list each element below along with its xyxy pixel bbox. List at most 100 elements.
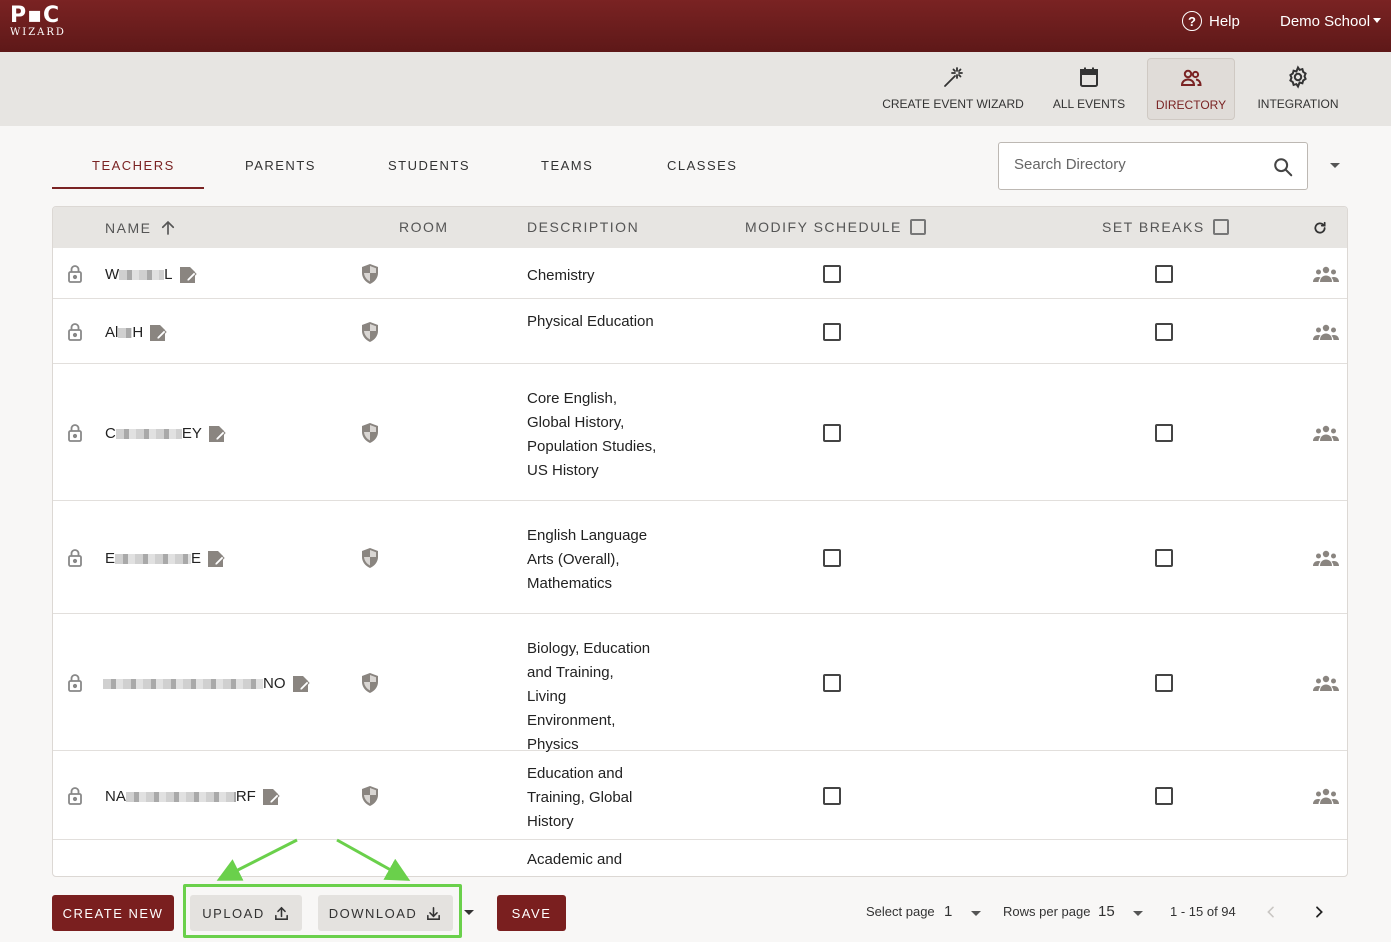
tab-teachers[interactable]: TEACHERS [92,158,175,173]
name-end: L [164,266,173,283]
table-row[interactable]: NA RF Education and Training, Global His… [53,751,1347,840]
column-header-room[interactable]: ROOM [399,219,449,235]
help-link[interactable]: ? Help [1182,11,1240,31]
edit-icon[interactable] [291,674,311,694]
teacher-name[interactable]: E E [105,549,226,569]
pagination-range: 1 - 15 of 94 [1170,904,1236,919]
table-row[interactable]: W L Chemistry [53,248,1347,299]
teacher-name[interactable]: NA RF [105,787,281,807]
tab-classes[interactable]: CLASSES [667,158,737,173]
lock-icon[interactable] [67,423,83,443]
edit-icon[interactable] [178,265,198,285]
modify-schedule-checkbox[interactable] [823,264,841,283]
teacher-name[interactable]: W L [105,265,198,285]
select-page-value[interactable]: 1 [944,903,952,920]
nav-label: ALL EVENTS [1052,97,1126,111]
lock-icon[interactable] [67,786,83,806]
app-logo[interactable]: P▪C WIZARD [10,5,74,41]
lock-icon[interactable] [67,548,83,568]
edit-icon[interactable] [261,787,281,807]
rows-per-page-value[interactable]: 15 [1098,903,1115,920]
group-icon[interactable] [1313,675,1339,691]
table-row[interactable]: Academic and Personal [53,840,1347,876]
modify-schedule-checkbox[interactable] [823,322,841,341]
table-row[interactable]: Al H Physical Education [53,299,1347,364]
table-row[interactable]: NO Biology, Education and Training, Livi… [53,614,1347,753]
modify-schedule-checkbox[interactable] [823,423,841,442]
name-end: NO [263,675,286,692]
lock-icon[interactable] [67,673,83,693]
rows-per-page-caret-icon[interactable] [1133,911,1143,916]
modify-schedule-checkbox[interactable] [823,673,841,692]
set-breaks-select-all-checkbox[interactable] [1212,219,1229,235]
select-page-caret-icon[interactable] [971,911,981,916]
tab-teams[interactable]: TEAMS [541,158,593,173]
school-label: Demo School [1280,13,1371,30]
shield-icon[interactable] [360,263,380,285]
column-header-set-breaks: SET BREAKS [1102,219,1229,235]
school-menu[interactable]: Demo School [1280,13,1382,30]
column-header-description[interactable]: DESCRIPTION [527,219,639,235]
modify-schedule-checkbox[interactable] [823,548,841,567]
set-breaks-checkbox[interactable] [1155,786,1173,805]
set-breaks-checkbox[interactable] [1155,322,1173,341]
column-header-name[interactable]: NAME [105,219,177,237]
teacher-name[interactable]: NO [103,674,311,694]
tab-students[interactable]: STUDENTS [388,158,470,173]
main-nav: CREATE EVENT WIZARD ALL EVENTS DIRECTORY… [0,52,1391,126]
group-icon[interactable] [1313,324,1339,340]
chevron-right-icon[interactable] [1311,904,1327,920]
description-cell: Core English, Global History, Population… [527,389,657,479]
group-icon[interactable] [1313,266,1339,282]
description-cell: Biology, Education and Training, Living … [527,639,651,753]
description-cell: English Language Arts (Overall), Mathema… [527,526,648,592]
shield-icon[interactable] [360,321,380,343]
shield-icon[interactable] [360,785,380,807]
table-row[interactable]: E E English Language Arts (Overall), Mat… [53,501,1347,614]
edit-icon[interactable] [148,323,168,343]
nav-directory[interactable]: DIRECTORY [1147,58,1235,120]
tab-parents[interactable]: PARENTS [245,158,316,173]
nav-all-events[interactable]: ALL EVENTS [1046,58,1132,120]
name-start: NA [105,788,126,805]
lock-icon[interactable] [67,322,83,342]
edit-icon[interactable] [207,424,227,444]
chevron-down-icon[interactable] [1330,163,1340,168]
description-cell: Academic and Personal [527,851,623,876]
create-new-button[interactable]: CREATE NEW [52,895,174,931]
edit-icon[interactable] [206,549,226,569]
teacher-name[interactable]: Al H [105,323,168,343]
set-breaks-checkbox[interactable] [1155,423,1173,442]
shield-icon[interactable] [360,672,380,694]
redacted-name [103,678,263,689]
directory-table: NAME ROOM DESCRIPTION MODIFY SCHEDULE SE… [52,206,1348,877]
lock-icon[interactable] [67,264,83,284]
group-icon[interactable] [1313,550,1339,566]
download-options-caret-icon[interactable] [464,910,474,915]
shield-icon[interactable] [360,422,380,444]
active-tab-indicator [52,187,204,189]
shield-icon[interactable] [360,547,380,569]
nav-integration[interactable]: INTEGRATION [1252,58,1344,120]
highlight-box [183,884,462,938]
group-icon[interactable] [1313,788,1339,804]
nav-label: DIRECTORY [1155,98,1227,112]
save-button[interactable]: SAVE [497,895,566,931]
refresh-icon[interactable] [1313,221,1327,235]
nav-label: CREATE EVENT WIZARD [882,97,1024,111]
nav-create-event-wizard[interactable]: CREATE EVENT WIZARD [880,58,1026,120]
modify-schedule-select-all-checkbox[interactable] [909,219,926,235]
teacher-name[interactable]: C EY [105,424,227,444]
table-row[interactable]: C EY Core English, Global History, Popul… [53,364,1347,501]
set-breaks-checkbox[interactable] [1155,264,1173,283]
chevron-left-icon[interactable] [1263,904,1279,920]
modify-schedule-checkbox[interactable] [823,786,841,805]
set-breaks-checkbox[interactable] [1155,673,1173,692]
search-input[interactable] [1014,156,1254,173]
table-header: NAME ROOM DESCRIPTION MODIFY SCHEDULE SE… [53,207,1347,248]
search-icon[interactable] [1272,156,1294,178]
group-icon[interactable] [1313,425,1339,441]
name-end: EY [181,425,202,442]
set-breaks-checkbox[interactable] [1155,548,1173,567]
select-page-label: Select page [866,904,935,919]
